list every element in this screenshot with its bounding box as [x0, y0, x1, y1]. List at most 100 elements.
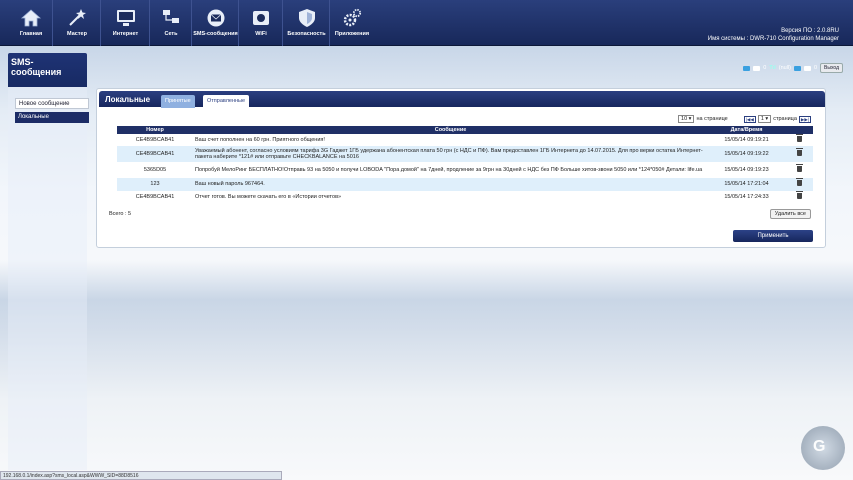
trash-icon [795, 133, 803, 142]
nav-internet[interactable]: Интернет [102, 0, 150, 46]
nav-label: WiFi [255, 31, 267, 37]
trash-icon [795, 163, 803, 172]
row-datetime: 15/05/14 09:19:23 [724, 166, 769, 173]
nav-label: Безопасность [287, 31, 326, 37]
row-datetime: 15/05/14 17:21:04 [708, 178, 785, 191]
nav-security[interactable]: Безопасность [284, 0, 330, 46]
row-number: CE4B9BCAB41 [117, 146, 193, 162]
nav-label: Сеть [164, 31, 178, 37]
delete-button[interactable] [785, 146, 813, 162]
nav-home[interactable]: Главная [10, 0, 53, 46]
network-icon [163, 10, 179, 23]
table-row[interactable]: CE4B9BCAB41 Ваш счет пополнен на 60 грн.… [117, 133, 813, 146]
watermark-logo: G [801, 426, 845, 470]
user-count: 0 [813, 65, 818, 71]
column-header-datetime: Дата/Время [708, 126, 785, 134]
monitor-icon [116, 10, 135, 26]
column-header-number: Номер [117, 126, 193, 134]
table-row[interactable]: CE4B9BCAB41 Отчет готов. Вы можете скача… [117, 191, 813, 204]
last-page-button[interactable]: ▶▶| [798, 115, 811, 123]
row-number: CE4B9BCAB41 [135, 194, 175, 201]
row-message: Попробуй МелоРинг БЕСПЛАТНО!Отправь 93 н… [195, 166, 703, 173]
connection-icon [743, 65, 751, 71]
messages-table: Номер Сообщение Дата/Время CE4B9BCAB41 В… [117, 126, 813, 204]
sidebar-title-text: SMS- сообщения [11, 57, 62, 77]
table-row[interactable]: CE4B9BCAB41 Уважаемый абонент, согласно … [117, 146, 813, 162]
system-name: Имя системы : DWR-710 Configuration Mana… [707, 36, 839, 42]
table-row[interactable]: 123 Ваш новый пароль 967464. 15/05/14 17… [117, 178, 813, 191]
shield-icon [298, 9, 315, 27]
delete-button[interactable] [785, 133, 813, 146]
page-select[interactable]: 1 ▾ [757, 115, 772, 123]
mail-icon [753, 65, 761, 71]
wand-icon [69, 9, 86, 26]
sidebar-item-label: Новое сообщение [19, 101, 70, 107]
row-message: Ваш счет пополнен на 60 грн. Приятного о… [195, 136, 325, 143]
row-number: 5365D05 [143, 166, 167, 173]
row-message: Ваш новый пароль 967464. [193, 178, 708, 191]
per-page-label: на странице [696, 116, 728, 122]
wifi-icon [253, 11, 269, 25]
row-datetime: 15/05/14 09:19:22 [708, 146, 785, 162]
nav-sms[interactable]: SMS-сообщения [193, 0, 239, 46]
top-navigation-bar: Главная Мастер Интернет Сеть SMS-сообщен… [0, 0, 853, 46]
nav-label: Главная [19, 31, 43, 37]
nav-label: Приложения [334, 31, 370, 37]
nav-label: Интернет [112, 31, 139, 37]
envelope-icon [207, 9, 224, 27]
sidebar-item-new-message[interactable]: Новое сообщение [15, 98, 89, 109]
page-label: страница [773, 116, 797, 122]
trash-icon [795, 191, 803, 200]
sms-local-panel: Локальные Принятые Отправленные 10 ▾ на … [96, 88, 826, 248]
firmware-version-info: Версия ПО : 2.0.8RU Имя системы : DWR-71… [708, 27, 839, 43]
per-page-select[interactable]: 10 ▾ [678, 115, 695, 123]
tab-received[interactable]: Принятые [161, 95, 195, 108]
nav-wifi[interactable]: WiFi [240, 0, 283, 46]
sidebar-item-label: Локальные [18, 114, 49, 120]
panel-header: Локальные Принятые Отправленные [99, 91, 825, 108]
watermark-logo-text: G [813, 438, 826, 455]
table-row[interactable]: 5365D05 Попробуй МелоРинг БЕСПЛАТНО!Отпр… [117, 162, 813, 178]
globe-icon [793, 65, 801, 71]
sms-count: 0 [763, 65, 767, 71]
logout-button[interactable]: Выход [820, 63, 843, 73]
user-icon [803, 65, 811, 71]
table-header-row: Номер Сообщение Дата/Время [117, 126, 813, 134]
trash-icon [795, 147, 803, 156]
page-value: 1 [760, 116, 764, 122]
column-header-message: Сообщение [193, 126, 708, 134]
row-message: Уважаемый абонент, согласно условиям тар… [193, 146, 708, 162]
signal-text: (null) [778, 65, 791, 71]
pager: 10 ▾ на странице |◀◀ 1 ▾ страница ▶▶| [678, 115, 811, 123]
row-datetime: 15/05/14 17:24:33 [724, 194, 769, 201]
nav-apps[interactable]: Приложения [331, 0, 373, 46]
status-bar: 0 Tıl (null) 0 Выход [743, 63, 843, 73]
sidebar-panel [8, 87, 87, 470]
gears-icon [343, 8, 362, 27]
nav-label: Мастер [67, 31, 87, 37]
total-count: Всего : 5 [109, 211, 132, 217]
nav-wizard[interactable]: Мастер [54, 0, 101, 46]
delete-button[interactable] [785, 191, 813, 204]
trash-icon [795, 178, 803, 187]
row-message: Отчет готов. Вы можете скачать его в «Ис… [195, 194, 342, 201]
delete-button[interactable] [785, 178, 813, 191]
apply-button[interactable]: Применить [733, 230, 813, 242]
home-icon [20, 9, 42, 27]
sidebar-title: SMS- сообщения [8, 53, 87, 87]
firmware-version: Версия ПО : 2.0.8RU [781, 28, 839, 34]
row-number: CE4B9BCAB41 [135, 136, 175, 143]
sidebar-item-local[interactable]: Локальные [15, 112, 89, 123]
panel-title: Локальные [105, 95, 151, 104]
nav-network[interactable]: Сеть [151, 0, 192, 46]
nav-label: SMS-сообщения [193, 31, 238, 37]
tab-sent[interactable]: Отправленные [203, 95, 250, 108]
signal-icon: Tıl [769, 65, 776, 71]
first-page-button[interactable]: |◀◀ [743, 115, 756, 123]
row-datetime: 15/05/14 09:19:21 [724, 136, 769, 143]
per-page-value: 10 [681, 116, 688, 122]
delete-button[interactable] [785, 162, 813, 178]
row-number: 123 [117, 178, 193, 191]
delete-all-button[interactable]: Удалить все [769, 209, 811, 219]
browser-status-url: 192.168.0.1/index.asp?sms_local.asp&WWW_… [0, 471, 282, 480]
